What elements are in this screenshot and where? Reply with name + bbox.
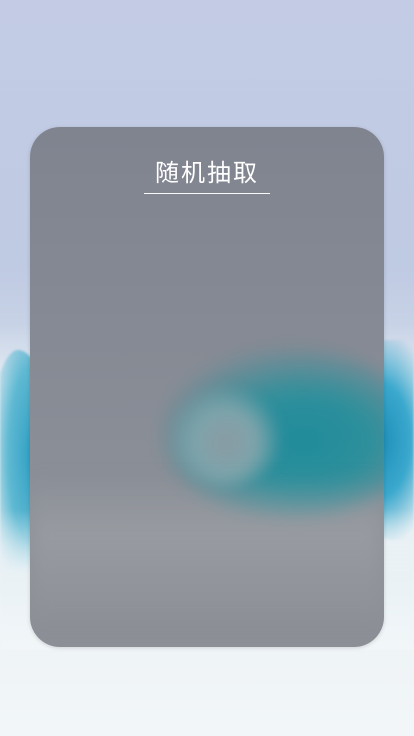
- card-blurred-curl: [170, 387, 280, 487]
- random-draw-card[interactable]: 随机抽取: [30, 127, 384, 647]
- card-blurred-foam: [30, 477, 384, 617]
- card-title-underline: [144, 193, 270, 194]
- card-title: 随机抽取: [155, 159, 259, 187]
- screen: 随机抽取: [0, 0, 414, 736]
